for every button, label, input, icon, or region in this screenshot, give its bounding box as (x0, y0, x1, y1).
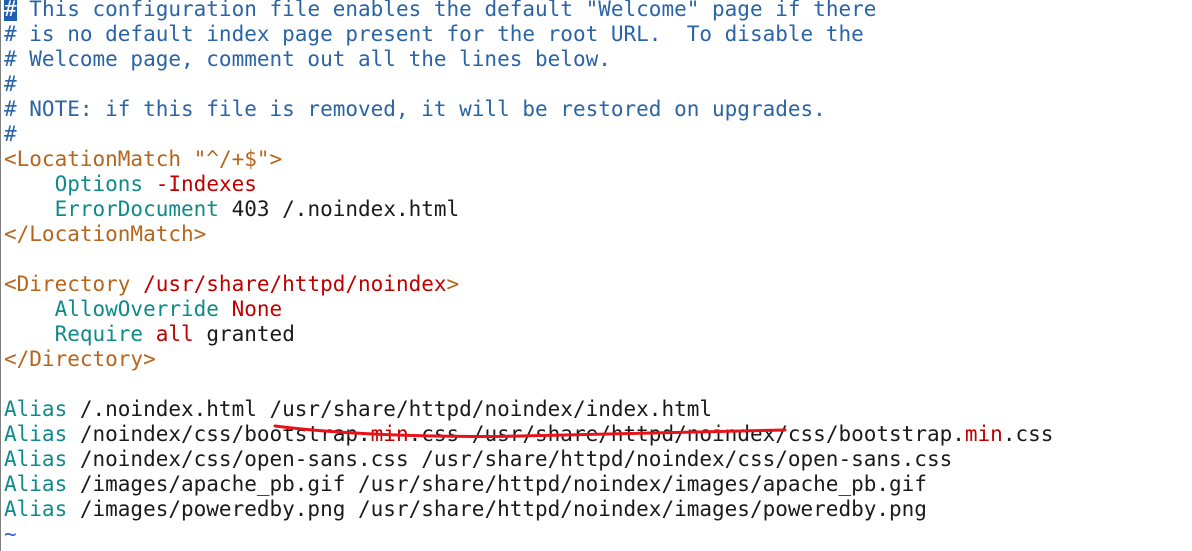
code-line[interactable]: </Directory> (4, 347, 156, 372)
code-line[interactable]: Alias /images/poweredby.png /usr/share/h… (4, 497, 927, 522)
code-token: min (964, 422, 1003, 446)
code-token: "^/+$" (193, 147, 270, 171)
code-line[interactable]: <Directory /usr/share/httpd/noindex> (4, 272, 459, 297)
code-token: /.noindex.html /usr/share/httpd/noindex/… (67, 397, 713, 421)
code-token: 403 /.noindex.html (218, 197, 460, 221)
code-line[interactable]: Alias /noindex/css/bootstrap.min.css /us… (4, 422, 1053, 447)
code-token: > (446, 272, 460, 296)
code-token: <Directory (4, 272, 144, 296)
code-token: min (370, 422, 409, 446)
code-line[interactable]: Alias /images/apache_pb.gif /usr/share/h… (4, 472, 927, 497)
code-token: # Welcome page, comment out all the line… (4, 47, 611, 71)
code-token: Options (54, 172, 144, 196)
code-line[interactable]: Require all granted (4, 322, 295, 347)
code-line[interactable]: # (4, 122, 17, 147)
code-token: # NOTE: if this file is removed, it will… (4, 97, 826, 121)
code-token: Alias (4, 447, 68, 471)
code-token: /noindex/css/open-sans.css /usr/share/ht… (67, 447, 953, 471)
code-line[interactable]: Options -Indexes (4, 172, 257, 197)
code-line[interactable]: # (4, 72, 17, 97)
code-token: .css (1002, 422, 1054, 446)
code-token: .css /usr/share/httpd/noindex/css/bootst… (408, 422, 965, 446)
code-token: <LocationMatch (4, 147, 194, 171)
code-token: /images/poweredby.png /usr/share/httpd/n… (67, 497, 927, 521)
code-line[interactable]: # Welcome page, comment out all the line… (4, 47, 611, 72)
code-token: None (231, 297, 283, 321)
code-token: Alias (4, 397, 68, 421)
code-line[interactable]: ~ (4, 522, 17, 547)
code-token: granted (193, 322, 295, 346)
code-token: Alias (4, 497, 68, 521)
code-token: ErrorDocument (54, 197, 219, 221)
code-token: </Directory> (4, 347, 156, 371)
code-line[interactable]: </LocationMatch> (4, 222, 206, 247)
text-cursor: # (4, 0, 17, 21)
code-line[interactable]: # is no default index page present for t… (4, 22, 864, 47)
code-line[interactable]: Alias /noindex/css/open-sans.css /usr/sh… (4, 447, 952, 472)
code-token: > (269, 147, 283, 171)
code-token: -Indexes (155, 172, 257, 196)
code-token: ~ (4, 522, 17, 546)
code-token: This configuration file enables the defa… (16, 0, 877, 21)
code-line[interactable]: <LocationMatch "^/+$"> (4, 147, 282, 172)
code-token: /images/apache_pb.gif /usr/share/httpd/n… (67, 472, 927, 496)
code-token: Alias (4, 422, 68, 446)
code-token: all (155, 322, 194, 346)
code-token: Require (54, 322, 144, 346)
code-token: </LocationMatch> (4, 222, 207, 246)
code-line[interactable]: ErrorDocument 403 /.noindex.html (4, 197, 460, 222)
code-line[interactable]: AllowOverride None (4, 297, 283, 322)
code-line[interactable]: # NOTE: if this file is removed, it will… (4, 97, 826, 122)
code-line[interactable]: Alias /.noindex.html /usr/share/httpd/no… (4, 397, 712, 422)
code-token: # (4, 122, 17, 146)
code-token: # is no default index page present for t… (4, 22, 864, 46)
text-editor[interactable]: # This configuration file enables the de… (0, 0, 1192, 551)
code-token: # (4, 72, 17, 96)
code-token: /usr/share/httpd/noindex (143, 272, 447, 296)
code-token: Alias (4, 472, 68, 496)
editor-left-border (0, 0, 1, 551)
code-line[interactable]: # This configuration file enables the de… (4, 0, 876, 22)
code-token: AllowOverride (54, 297, 219, 321)
code-token: /noindex/css/bootstrap. (67, 422, 371, 446)
